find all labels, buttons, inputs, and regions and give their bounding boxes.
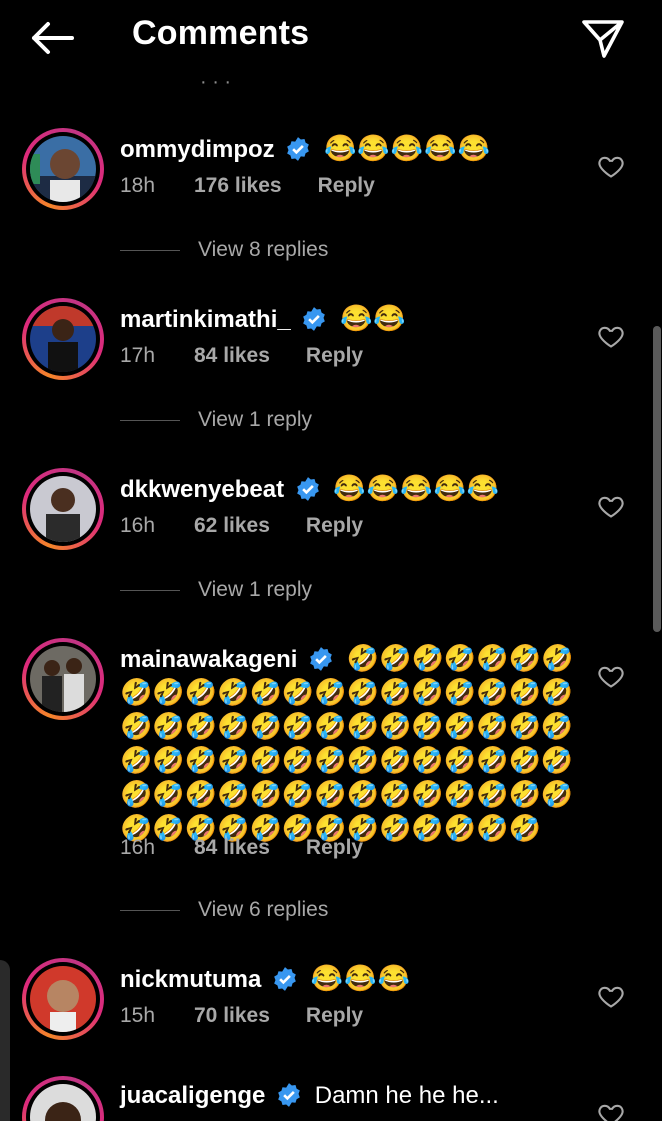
reply-button[interactable]: Reply [306, 514, 363, 538]
heart-outline-icon[interactable] [596, 152, 626, 180]
heart-outline-icon[interactable] [596, 1100, 626, 1121]
heart-outline-icon[interactable] [596, 322, 626, 350]
comment-meta: 18h 176 likes Reply [120, 174, 375, 198]
view-replies-label: View 8 replies [198, 238, 329, 261]
avatar[interactable] [22, 1076, 104, 1121]
comment-likes[interactable]: 62 likes [194, 514, 270, 538]
edge-handle [0, 960, 10, 1121]
verified-badge-icon [274, 967, 296, 991]
view-replies-label: View 1 reply [198, 578, 313, 601]
heart-outline-icon[interactable] [596, 492, 626, 520]
heart-outline-icon[interactable] [596, 662, 626, 690]
page-title: Comments [132, 14, 310, 52]
comment-time: 16h [120, 514, 156, 537]
comment-meta: 16h 84 likes Reply [120, 836, 363, 860]
comment-text: Damn he he he... [314, 1082, 499, 1109]
comment-username[interactable]: mainawakageni [120, 646, 297, 673]
heart-outline-icon[interactable] [596, 982, 626, 1010]
comment-time: 16h [120, 836, 156, 859]
verified-badge-icon [287, 137, 310, 161]
comment-time: 15h [120, 1004, 156, 1027]
comment-username[interactable]: ommydimpoz [120, 136, 275, 163]
comment-text: 😂😂😂😂😂 [333, 473, 501, 503]
view-replies-label: View 1 reply [198, 408, 313, 431]
comments-list: ommydimpoz 😂😂😂😂😂 18h 176 likes Reply Vie… [0, 0, 662, 1121]
verified-badge-icon [303, 307, 326, 331]
comment-username[interactable]: juacaligenge [120, 1082, 265, 1109]
avatar[interactable] [22, 298, 104, 380]
comment-text: 🤣🤣🤣🤣🤣🤣🤣🤣🤣🤣🤣🤣🤣🤣🤣🤣🤣🤣🤣🤣🤣🤣🤣🤣🤣🤣🤣🤣🤣🤣🤣🤣🤣🤣🤣🤣🤣🤣🤣🤣… [120, 643, 574, 843]
view-replies-button[interactable]: View 6 replies [120, 898, 328, 922]
avatar[interactable] [22, 128, 104, 210]
reply-button[interactable]: Reply [306, 1004, 363, 1028]
view-replies-button[interactable]: View 1 reply [120, 408, 312, 432]
comment-meta: 16h 62 likes Reply [120, 514, 363, 538]
verified-badge-icon [296, 477, 319, 501]
comment-username[interactable]: nickmutuma [120, 966, 261, 993]
comment-item: juacaligenge Damn he he he... [0, 1076, 662, 1121]
comment-time: 18h [120, 174, 156, 197]
comment-text: 😂😂😂 [310, 963, 411, 993]
comment-text: 😂😂😂😂😂 [324, 133, 491, 163]
arrow-left-icon[interactable] [28, 18, 76, 58]
reply-button[interactable]: Reply [306, 344, 363, 368]
view-replies-button[interactable]: View 8 replies [120, 238, 328, 262]
avatar[interactable] [22, 468, 104, 550]
scrollbar[interactable] [653, 326, 661, 632]
view-replies-button[interactable]: View 1 reply [120, 578, 312, 602]
comment-time: 17h [120, 344, 156, 367]
replies-divider [120, 909, 180, 911]
view-replies-label: View 6 replies [198, 898, 329, 921]
comment-text: 😂😂 [340, 303, 407, 333]
avatar[interactable] [22, 958, 104, 1040]
comment-username[interactable]: dkkwenyebeat [120, 476, 284, 503]
comment-likes[interactable]: 84 likes [194, 836, 270, 860]
reply-button[interactable]: Reply [318, 174, 375, 198]
comment-meta: 15h 70 likes Reply [120, 1004, 363, 1028]
comment-likes[interactable]: 176 likes [194, 174, 282, 198]
comment-meta: 17h 84 likes Reply [120, 344, 363, 368]
replies-divider [120, 419, 180, 421]
comment-likes[interactable]: 84 likes [194, 344, 270, 368]
replies-divider [120, 249, 180, 251]
comment-likes[interactable]: 70 likes [194, 1004, 270, 1028]
reply-button[interactable]: Reply [306, 836, 363, 860]
paper-plane-icon[interactable] [580, 16, 626, 60]
avatar[interactable] [22, 638, 104, 720]
verified-badge-icon [310, 647, 332, 671]
cut-off-text: · · · [200, 78, 232, 92]
replies-divider [120, 589, 180, 591]
top-bar: Comments [0, 0, 662, 78]
comment-username[interactable]: martinkimathi_ [120, 306, 291, 333]
verified-badge-icon [278, 1083, 300, 1107]
